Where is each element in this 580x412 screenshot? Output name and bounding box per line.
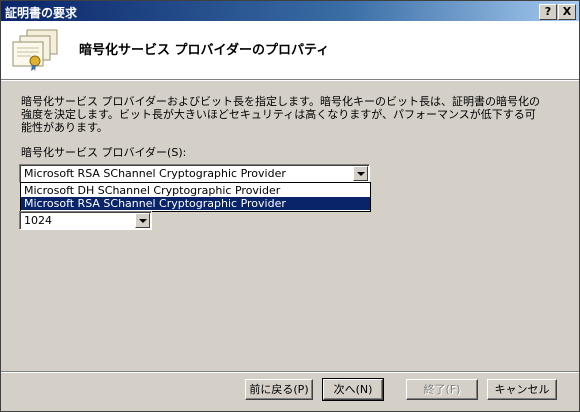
chevron-down-icon — [139, 219, 147, 223]
cancel-button[interactable]: キャンセル — [487, 379, 557, 400]
footer-divider-highlight — [1, 372, 579, 373]
dialog-window: 証明書の要求 ? X 暗号化サービス プロバイダーのプロパティ 暗号化サービス … — [0, 0, 580, 412]
bit-length-value: 1024 — [24, 214, 52, 227]
bit-length-combobox[interactable]: 1024 — [19, 211, 152, 230]
csp-combobox[interactable]: Microsoft RSA SChannel Cryptographic Pro… — [19, 164, 370, 183]
csp-label: 暗号化サービス プロバイダー(S): — [21, 146, 187, 159]
next-button[interactable]: 次へ(N) — [322, 378, 384, 401]
csp-selected-value: Microsoft RSA SChannel Cryptographic Pro… — [24, 167, 286, 180]
csp-option-selected[interactable]: Microsoft RSA SChannel Cryptographic Pro… — [21, 197, 370, 210]
back-button[interactable]: 前に戻る(P) — [245, 379, 313, 400]
page-title: 暗号化サービス プロバイダーのプロパティ — [79, 43, 330, 58]
help-button[interactable]: ? — [539, 4, 557, 20]
csp-dropdown-list: Microsoft DH SChannel Cryptographic Prov… — [20, 182, 371, 212]
finish-button[interactable]: 終了(F) — [406, 379, 478, 400]
csp-option[interactable]: Microsoft DH SChannel Cryptographic Prov… — [21, 184, 370, 197]
certificate-icon — [12, 29, 58, 71]
header-divider-highlight — [1, 80, 579, 81]
bit-length-dropdown-button[interactable] — [135, 213, 150, 228]
close-button[interactable]: X — [558, 4, 576, 20]
chevron-down-icon — [357, 172, 365, 176]
description-text: 暗号化サービス プロバイダーおよびビット長を指定します。暗号化キーのビット長は、… — [21, 95, 540, 134]
window-title: 証明書の要求 — [5, 6, 78, 20]
wizard-header: 暗号化サービス プロバイダーのプロパティ — [1, 21, 579, 79]
csp-dropdown-button[interactable] — [353, 166, 368, 181]
title-bar[interactable]: 証明書の要求 ? X — [1, 1, 579, 21]
